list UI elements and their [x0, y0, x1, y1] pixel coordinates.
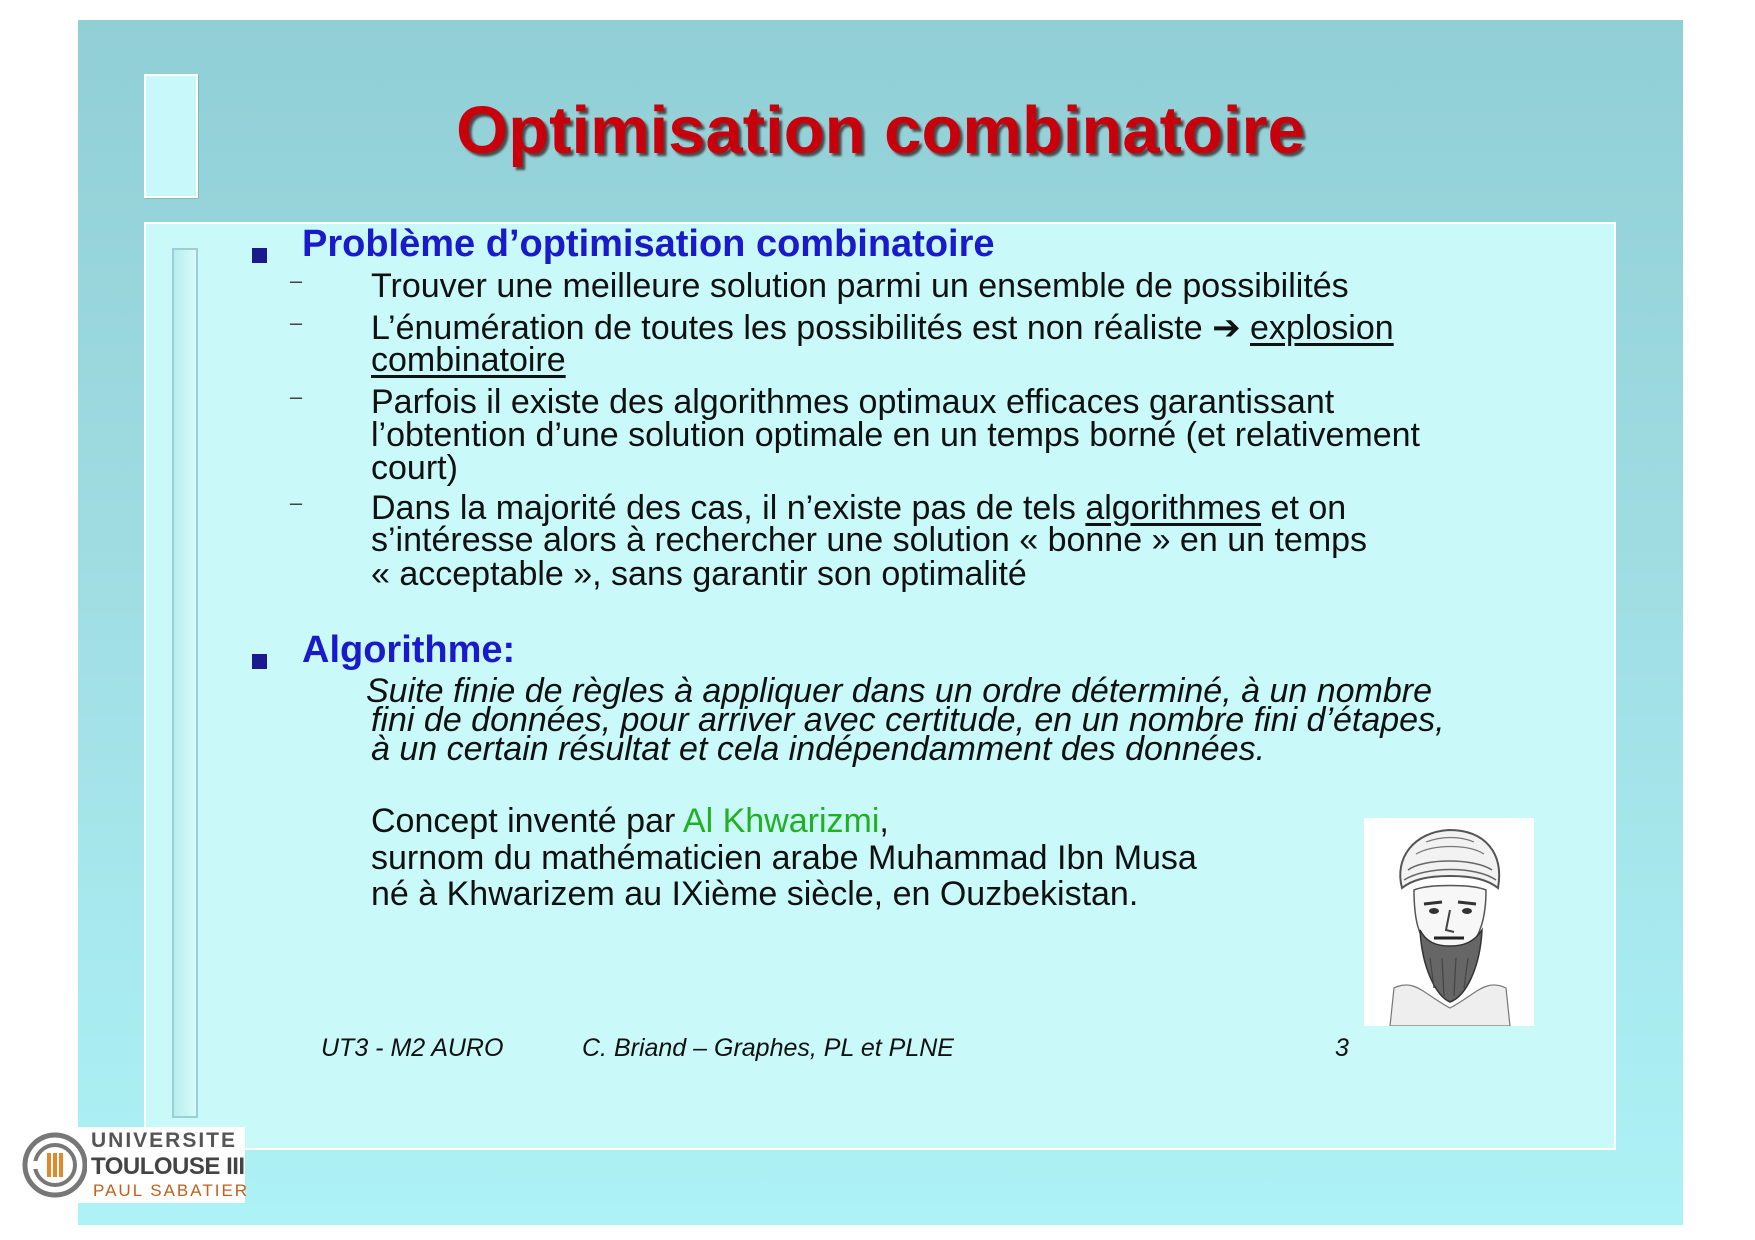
concept-text: surnom du mathématicien arabe Muhammad I…: [371, 839, 1197, 877]
bullet-text: s’intéresse alors à rechercher une solut…: [371, 521, 1368, 559]
concept-text-part: ,: [879, 802, 889, 840]
concept-text-part: Concept inventé par: [371, 802, 683, 840]
section-heading-algorithme: Algorithme:: [302, 629, 516, 671]
concept-text: Concept inventé par Al Khwarizmi,: [371, 803, 889, 839]
bullet-text: Parfois il existe des algorithmes optima…: [371, 383, 1335, 421]
section-heading-problem: Problème d’optimisation combinatoire: [302, 223, 995, 265]
arrow-right-icon: ➔: [1212, 309, 1241, 347]
logo-line-1: UNIVERSITE: [91, 1129, 238, 1152]
logo-line-3: PAUL SABATIER: [93, 1181, 250, 1200]
bullet-text: « acceptable », sans garantir son optima…: [371, 555, 1027, 593]
underlined-term-combinatoire: combinatoire: [371, 341, 566, 379]
slide-title: Optimisation combinatoire: [456, 93, 1305, 168]
university-emblem-icon: [22, 1132, 87, 1198]
footer-course: UT3 - M2 AURO: [321, 1034, 504, 1062]
university-logo: UNIVERSITE TOULOUSE III PAUL SABATIER: [17, 1127, 247, 1203]
bullet-text: Trouver une meilleure solution parmi un …: [371, 267, 1349, 305]
bullet-text: court): [371, 449, 458, 487]
content-accent-bar: [172, 248, 198, 1118]
definition-text: à un certain résultat et cela indépendam…: [371, 730, 1266, 768]
underlined-term-explosion: explosion: [1250, 309, 1394, 347]
dash-bullet-icon: –: [289, 384, 303, 409]
dash-bullet-icon: –: [289, 490, 303, 515]
al-khwarizmi-name: Al Khwarizmi: [682, 802, 880, 840]
concept-text: né à Khwarizem au IXième siècle, en Ouzb…: [371, 875, 1139, 913]
bullet-text: l’obtention d’une solution optimale en u…: [371, 416, 1420, 454]
al-khwarizmi-portrait: [1364, 818, 1534, 1027]
bullet-square-icon: [252, 248, 267, 263]
footer-author: C. Briand – Graphes, PL et PLNE: [582, 1034, 954, 1062]
dash-bullet-icon: –: [289, 310, 303, 335]
slide: Optimisation combinatoire Problème d’opt…: [78, 20, 1683, 1225]
bullet-square-icon: [252, 654, 267, 669]
dash-bullet-icon: –: [289, 268, 303, 293]
logo-line-2: TOULOUSE III: [91, 1153, 245, 1180]
footer-page-number: 3: [1335, 1034, 1349, 1062]
